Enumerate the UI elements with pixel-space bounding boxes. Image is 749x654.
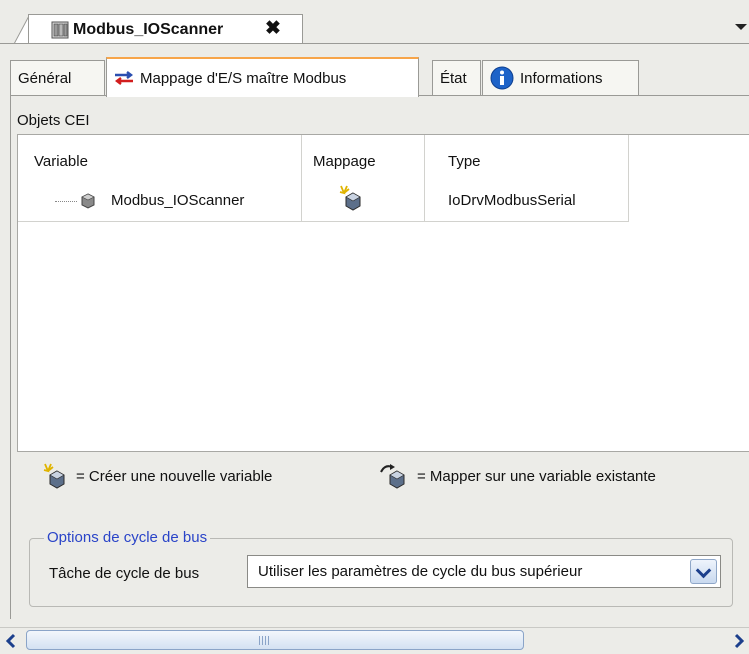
column-separator (424, 135, 425, 221)
horizontal-scrollbar[interactable] (0, 627, 749, 654)
chevron-down-icon (695, 562, 712, 579)
bus-cycle-task-label: Tâche de cycle de bus (49, 565, 200, 582)
grip-icon (259, 636, 271, 645)
column-header-variable[interactable]: Variable (34, 153, 88, 170)
variable-name-cell[interactable]: Modbus_IOScanner (111, 192, 244, 209)
variable-cube-icon (81, 193, 95, 209)
tab-state[interactable]: État (432, 60, 481, 95)
iec-objects-table: Variable Mappage Type Modbus_IOScanner I… (17, 134, 749, 452)
map-variable-icon (380, 464, 405, 489)
type-cell: IoDrvModbusSerial (448, 192, 576, 209)
tab-information[interactable]: Informations (482, 60, 639, 95)
row-separator (18, 221, 629, 222)
scroll-right-icon[interactable] (732, 632, 746, 650)
strip-divider (0, 43, 749, 44)
group-title: Options de cycle de bus (44, 529, 211, 546)
info-icon (490, 66, 514, 90)
chevron-down-icon[interactable] (735, 24, 747, 30)
device-icon (51, 21, 69, 39)
bus-cycle-task-select[interactable]: Utiliser les paramètres de cycle du bus … (247, 555, 721, 588)
column-separator (628, 135, 629, 221)
bus-cycle-task-value: Utiliser les paramètres de cycle du bus … (258, 563, 583, 580)
dropdown-button[interactable] (690, 559, 717, 584)
tab-general[interactable]: Général (10, 60, 105, 95)
mapping-arrows-icon (115, 71, 133, 85)
section-label: Objets CEI (17, 112, 90, 129)
legend-create-text: = Créer une nouvelle variable (76, 467, 273, 485)
document-tab-title: Modbus_IOScanner (73, 21, 224, 38)
document-tab[interactable]: Modbus_IOScanner ✖ (28, 14, 303, 44)
tab-modbus-mapping-label: Mappage d'E/S maître Modbus (140, 69, 347, 87)
tree-connector (55, 201, 77, 202)
column-header-mapping[interactable]: Mappage (313, 153, 376, 170)
tab-state-label: État (440, 69, 467, 87)
close-icon[interactable]: ✖ (265, 19, 281, 39)
tab-modbus-mapping[interactable]: Mappage d'E/S maître Modbus (106, 57, 419, 97)
tab-general-label: Général (18, 69, 72, 87)
legend-create: = Créer une nouvelle variable (42, 462, 272, 490)
column-header-type[interactable]: Type (448, 153, 481, 170)
create-variable-icon[interactable] (338, 184, 364, 212)
legend-map-text: = Mapper sur une variable existante (417, 467, 656, 485)
scrollbar-thumb[interactable] (26, 630, 524, 650)
scroll-left-icon[interactable] (4, 632, 18, 650)
legend-map: = Mapper sur une variable existante (377, 462, 656, 490)
column-separator (301, 135, 302, 221)
tab-information-label: Informations (520, 69, 603, 87)
create-variable-icon (43, 463, 65, 489)
